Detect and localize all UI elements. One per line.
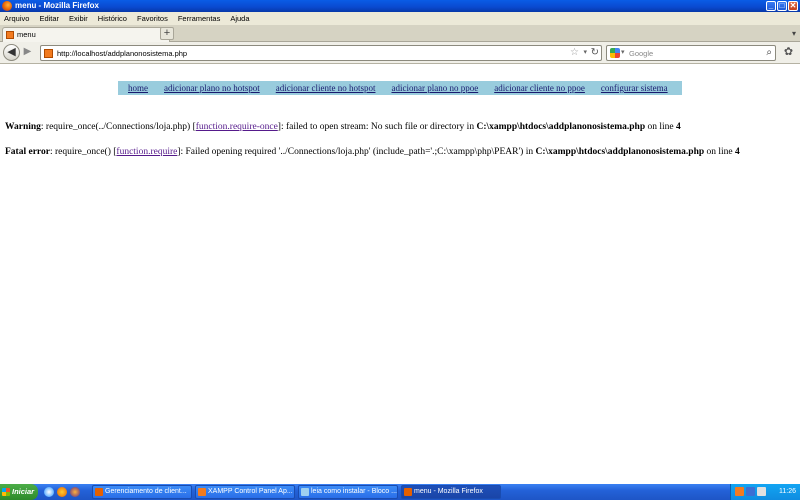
- fatal-line: 4: [735, 147, 740, 157]
- xampp-tray-icon[interactable]: [735, 487, 744, 496]
- start-label: Iniciar: [12, 487, 35, 496]
- warning-text-3: on line: [645, 122, 677, 132]
- menu-editar[interactable]: Editar: [39, 14, 59, 23]
- maximize-button[interactable]: □: [777, 1, 787, 11]
- notepad-icon: [301, 488, 309, 496]
- menu-ajuda[interactable]: Ajuda: [230, 14, 249, 23]
- php-warning-message: Warning: require_once(../Connections/loj…: [5, 122, 681, 133]
- xampp-icon: [6, 31, 14, 39]
- tab-label: menu: [17, 30, 36, 39]
- nav-link-add-hotspot-client[interactable]: adicionar cliente no hotspot: [276, 83, 376, 93]
- network-tray-icon[interactable]: [746, 487, 755, 496]
- forward-button[interactable]: ▶: [21, 46, 34, 59]
- quicklaunch-firefox-icon[interactable]: [57, 487, 67, 497]
- menu-exibir[interactable]: Exibir: [69, 14, 88, 23]
- warning-text-1: : require_once(../Connections/loja.php) …: [40, 122, 196, 132]
- warning-line: 4: [676, 122, 681, 132]
- window-title: menu - Mozilla Firefox: [15, 1, 100, 10]
- nav-link-add-hotspot-plan[interactable]: adicionar plano no hotspot: [164, 83, 260, 93]
- firefox-icon: [95, 488, 103, 496]
- task-button-client-manager[interactable]: Gerenciamento de client...: [92, 485, 192, 499]
- warning-path: C:\xampp\htdocs\addplanonosistema.php: [476, 122, 646, 132]
- quicklaunch-firefox-alt-icon[interactable]: [70, 487, 80, 497]
- firefox-icon: [2, 1, 12, 11]
- task-button-firefox[interactable]: menu - Mozilla Firefox: [401, 485, 501, 499]
- tab-strip: menu + ▾: [0, 25, 800, 42]
- task-label: Gerenciamento de client...: [105, 488, 187, 495]
- close-button[interactable]: ✕: [788, 1, 798, 11]
- page-content: home adicionar plano no hotspot adiciona…: [0, 65, 800, 484]
- fatal-text-1: : require_once() [: [49, 147, 117, 157]
- addon-icon[interactable]: ✿: [781, 45, 796, 60]
- menu-historico[interactable]: Histórico: [98, 14, 127, 23]
- warning-doc-link[interactable]: function.require-once: [196, 122, 278, 132]
- search-box[interactable]: ▾ ⌕: [606, 45, 776, 61]
- start-button[interactable]: Iniciar: [0, 484, 38, 500]
- menu-bar: Arquivo Editar Exibir Histórico Favorito…: [0, 12, 800, 25]
- task-label: leia como instalar - Bloco ...: [311, 488, 397, 495]
- firefox-icon: [404, 488, 412, 496]
- quicklaunch-browser-icon[interactable]: [44, 487, 54, 497]
- warning-text-2: ]: failed to open stream: No such file o…: [277, 122, 477, 132]
- bookmark-star-icon[interactable]: ☆: [570, 47, 579, 58]
- search-input[interactable]: [629, 47, 749, 59]
- nav-link-configure-system[interactable]: configurar sistema: [601, 83, 668, 93]
- menu-arquivo[interactable]: Arquivo: [4, 14, 29, 23]
- new-tab-button[interactable]: +: [160, 27, 174, 40]
- window-titlebar: menu - Mozilla Firefox _ □ ✕: [0, 0, 800, 12]
- search-icon[interactable]: ⌕: [766, 47, 772, 58]
- nav-link-add-ppoe-plan[interactable]: adicionar plano no ppoe: [391, 83, 478, 93]
- window-controls: _ □ ✕: [766, 1, 798, 11]
- search-engine-dropdown-icon[interactable]: ▾: [621, 48, 625, 56]
- task-button-notepad[interactable]: leia como instalar - Bloco ...: [298, 485, 398, 499]
- fatal-label: Fatal error: [5, 147, 50, 157]
- url-input[interactable]: [57, 47, 557, 59]
- task-label: menu - Mozilla Firefox: [414, 488, 483, 495]
- task-label: XAMPP Control Panel Ap...: [208, 488, 293, 495]
- fatal-doc-link[interactable]: function.require: [116, 147, 177, 157]
- site-favicon-icon: [44, 49, 53, 58]
- minimize-button[interactable]: _: [766, 1, 776, 11]
- xampp-icon: [198, 488, 206, 496]
- fatal-path: C:\xampp\htdocs\addplanonosistema.php: [535, 147, 705, 157]
- php-fatal-error-message: Fatal error: require_once() [function.re…: [5, 147, 740, 158]
- back-button[interactable]: ◀: [3, 44, 20, 61]
- volume-tray-icon[interactable]: [757, 487, 766, 496]
- windows-taskbar: Iniciar Gerenciamento de client... XAMPP…: [0, 484, 800, 500]
- tray-icons: [735, 487, 766, 496]
- warning-label: Warning: [5, 122, 41, 132]
- nav-link-home[interactable]: home: [128, 83, 148, 93]
- navigation-toolbar: ◀ ▶ ☆ ▾ ↻ ▾ ⌕ ✿: [0, 42, 800, 64]
- url-bar[interactable]: ☆ ▾ ↻: [40, 45, 602, 61]
- fatal-text-2: ]: Failed opening required '../Connectio…: [177, 147, 536, 157]
- menu-favoritos[interactable]: Favoritos: [137, 14, 168, 23]
- windows-logo-icon: [2, 488, 10, 496]
- menu-ferramentas[interactable]: Ferramentas: [178, 14, 221, 23]
- google-icon[interactable]: [610, 48, 620, 58]
- system-tray: 11:26: [730, 484, 800, 500]
- reload-icon[interactable]: ↻: [591, 47, 599, 58]
- nav-link-add-ppoe-client[interactable]: adicionar cliente no ppoe: [494, 83, 585, 93]
- url-dropdown-icon[interactable]: ▾: [583, 48, 587, 56]
- clock[interactable]: 11:26: [779, 484, 796, 500]
- tab-menu[interactable]: menu: [2, 27, 170, 42]
- list-all-tabs-icon[interactable]: ▾: [792, 29, 796, 38]
- fatal-text-3: on line: [704, 147, 736, 157]
- site-nav-menu: home adicionar plano no hotspot adiciona…: [118, 81, 682, 95]
- task-button-xampp[interactable]: XAMPP Control Panel Ap...: [195, 485, 295, 499]
